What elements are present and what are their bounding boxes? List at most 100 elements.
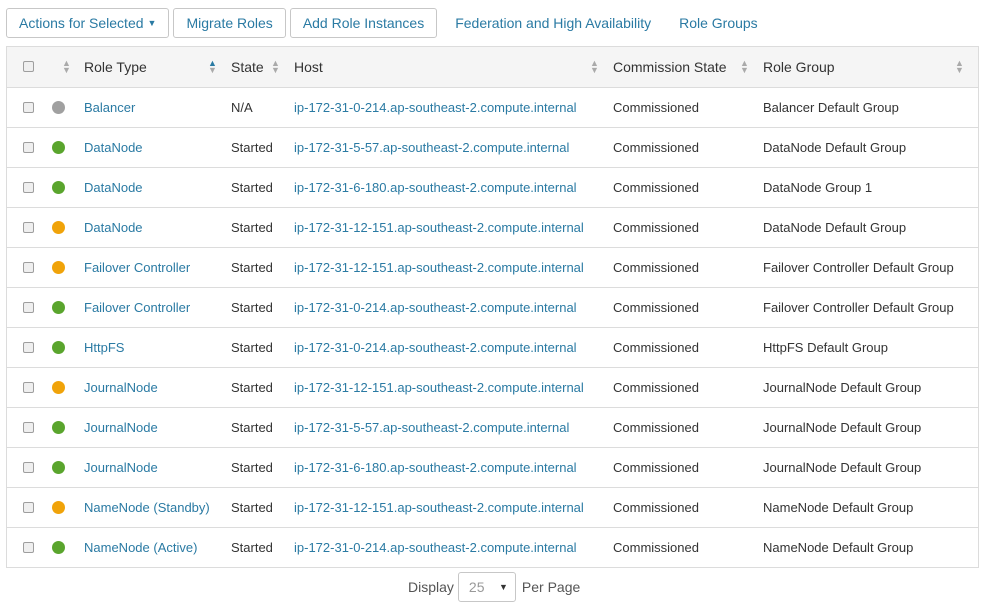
select-all-checkbox[interactable] <box>23 61 34 73</box>
host-link[interactable]: ip-172-31-5-57.ap-southeast-2.compute.in… <box>294 420 569 435</box>
host-link[interactable]: ip-172-31-12-151.ap-southeast-2.compute.… <box>294 220 584 235</box>
role-type-link[interactable]: DataNode <box>84 180 143 195</box>
role-type-link[interactable]: Failover Controller <box>84 300 190 315</box>
commission-state-cell: Commissioned <box>613 207 763 248</box>
role-type-column-header[interactable]: Role Type ▲ ▼ <box>84 47 231 88</box>
role-group-cell: DataNode Default Group <box>763 207 978 248</box>
status-column-header[interactable]: ▲ ▼ <box>45 47 84 88</box>
host-cell: ip-172-31-12-151.ap-southeast-2.compute.… <box>294 367 613 408</box>
role-type-link[interactable]: DataNode <box>84 140 143 155</box>
state-cell: Started <box>231 127 294 168</box>
host-link[interactable]: ip-172-31-12-151.ap-southeast-2.compute.… <box>294 380 584 395</box>
role-groups-link[interactable]: Role Groups <box>665 15 772 31</box>
page-size-select[interactable]: 25 ▼ <box>457 572 516 602</box>
role-type-link[interactable]: DataNode <box>84 220 143 235</box>
role-group-cell: Failover Controller Default Group <box>763 287 978 328</box>
row-select-cell <box>7 287 45 328</box>
role-type-link[interactable]: JournalNode <box>84 380 158 395</box>
row-checkbox[interactable] <box>23 101 34 113</box>
status-dot-icon <box>52 300 65 314</box>
status-dot-icon <box>52 140 65 154</box>
status-cell <box>45 127 84 168</box>
role-type-link[interactable]: Balancer <box>84 100 135 115</box>
sort-icon: ▲ ▼ <box>955 58 964 75</box>
row-checkbox[interactable] <box>23 221 34 233</box>
role-type-link[interactable]: NameNode (Standby) <box>84 500 210 515</box>
row-checkbox[interactable] <box>23 501 34 513</box>
status-dot-icon <box>52 180 65 194</box>
table-row: HttpFS Started ip-172-31-0-214.ap-southeas… <box>7 327 978 368</box>
host-link[interactable]: ip-172-31-6-180.ap-southeast-2.compute.i… <box>294 460 577 475</box>
role-type-link[interactable]: NameNode (Active) <box>84 540 197 555</box>
role-group-cell: NameNode Default Group <box>763 487 978 528</box>
row-checkbox[interactable] <box>23 461 34 473</box>
role-group-cell: DataNode Group 1 <box>763 167 978 208</box>
sort-icon: ▲ ▼ <box>62 58 71 75</box>
role-type-header-label: Role Type <box>84 58 147 75</box>
state-cell: Started <box>231 539 273 555</box>
role-type-link[interactable]: Failover Controller <box>84 260 190 275</box>
row-select-cell <box>7 87 45 128</box>
row-select-cell <box>7 167 45 208</box>
federation-ha-link[interactable]: Federation and High Availability <box>441 15 665 31</box>
role-type-cell: DataNode <box>84 167 231 208</box>
row-checkbox[interactable] <box>23 421 34 433</box>
host-cell: ip-172-31-12-151.ap-southeast-2.compute.… <box>294 207 613 248</box>
add-role-instances-button[interactable]: Add Role Instances <box>289 8 438 38</box>
state-cell: N/A <box>231 87 294 128</box>
role-type-link[interactable]: HttpFS <box>84 340 124 355</box>
role-type-cell: Failover Controller <box>84 247 231 288</box>
row-checkbox[interactable] <box>23 341 34 353</box>
role-type-link[interactable]: JournalNode <box>84 420 158 435</box>
status-cell <box>45 207 84 248</box>
host-link[interactable]: ip-172-31-6-180.ap-southeast-2.compute.i… <box>294 180 577 195</box>
host-link[interactable]: ip-172-31-12-151.ap-southeast-2.compute.… <box>294 260 584 275</box>
actions-for-selected-button[interactable]: Actions for Selected ▼ <box>6 8 170 38</box>
migrate-roles-button[interactable]: Migrate Roles <box>173 8 286 38</box>
role-type-cell: NameNode (Active) <box>84 527 231 567</box>
host-link[interactable]: ip-172-31-0-214.ap-southeast-2.compute.i… <box>294 300 577 315</box>
role-group-cell: JournalNode Default Group <box>763 367 978 408</box>
commission-state-cell: Commissioned <box>613 367 763 408</box>
role-type-cell: DataNode <box>84 207 231 248</box>
role-group-cell: JournalNode Default Group <box>763 447 978 488</box>
commission-state-cell: Commissioned <box>613 447 763 488</box>
host-cell: ip-172-31-5-57.ap-southeast-2.compute.in… <box>294 407 613 448</box>
row-checkbox[interactable] <box>23 541 34 553</box>
commission-state-cell: Commissioned <box>613 167 763 208</box>
status-dot-icon <box>52 540 65 554</box>
host-link[interactable]: ip-172-31-0-214.ap-southeast-2.compute.i… <box>294 340 577 355</box>
status-dot-icon <box>52 100 65 114</box>
row-checkbox[interactable] <box>23 141 34 153</box>
status-dot-icon <box>52 420 65 434</box>
role-type-link[interactable]: JournalNode <box>84 460 158 475</box>
host-link[interactable]: ip-172-31-12-151.ap-southeast-2.compute.… <box>294 500 584 515</box>
host-link[interactable]: ip-172-31-0-214.ap-southeast-2.compute.i… <box>294 540 577 555</box>
role-group-header-label: Role Group <box>763 58 835 75</box>
host-link[interactable]: ip-172-31-5-57.ap-southeast-2.compute.in… <box>294 140 569 155</box>
row-select-cell <box>7 367 45 408</box>
row-checkbox[interactable] <box>23 261 34 273</box>
sort-icon: ▲ ▼ <box>590 58 599 75</box>
state-cell: Started <box>231 407 294 448</box>
role-type-cell: NameNode (Standby) <box>84 487 231 528</box>
host-cell: ip-172-31-0-214.ap-southeast-2.compute.i… <box>294 87 613 128</box>
state-column-header[interactable]: State ▲ ▼ <box>231 47 294 88</box>
table-row: DataNode Started ip-172-31-12-151.ap-south… <box>7 207 978 248</box>
select-all-cell <box>7 47 45 88</box>
role-group-column-header[interactable]: Role Group ▲ ▼ <box>763 47 978 88</box>
table-row: NameNode (Standby) Started ip-172-31-12-15… <box>7 487 978 528</box>
row-checkbox[interactable] <box>23 301 34 313</box>
state-cell: Started <box>231 167 294 208</box>
state-cell: Started <box>231 287 294 328</box>
host-link[interactable]: ip-172-31-0-214.ap-southeast-2.compute.i… <box>294 100 577 115</box>
table-row: JournalNode Started ip-172-31-12-151.ap-so… <box>7 367 978 408</box>
host-column-header[interactable]: Host ▲ ▼ <box>294 47 613 88</box>
row-checkbox[interactable] <box>23 181 34 193</box>
status-dot-icon <box>52 380 65 394</box>
commission-state-header-label: Commission State <box>613 58 727 75</box>
row-select-cell <box>7 327 45 368</box>
display-label: Display <box>408 579 454 595</box>
commission-state-column-header[interactable]: Commission State ▲ ▼ <box>613 47 763 88</box>
row-checkbox[interactable] <box>23 381 34 393</box>
